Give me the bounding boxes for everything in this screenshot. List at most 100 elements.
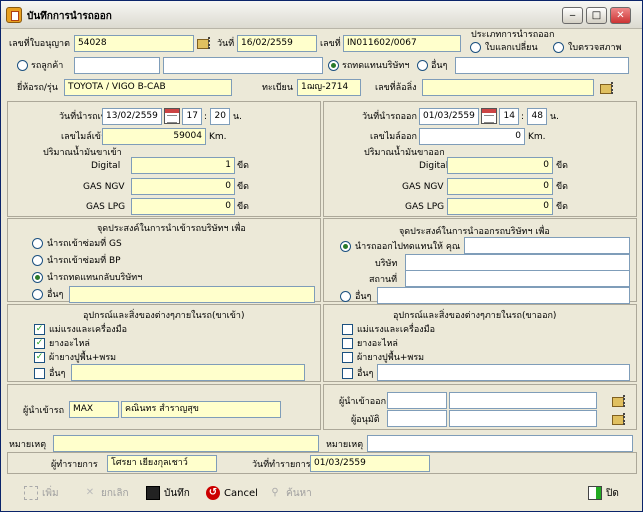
out-approver-code-input[interactable] [387, 410, 447, 427]
exit-type-inspect-radio[interactable] [553, 42, 564, 53]
close-button[interactable]: ปิด [588, 485, 619, 503]
out-minute-input[interactable]: 48 [527, 108, 547, 125]
cancel-doc-button[interactable]: ✕ ยกเลิก [83, 485, 129, 503]
out-equip-jack-label: แม่แรงและเครื่องมือ [357, 325, 435, 335]
in-ngv-input[interactable]: 0 [131, 178, 235, 195]
out-ngv-input[interactable]: 0 [447, 178, 553, 195]
out-driver-code-input[interactable] [387, 392, 447, 409]
out-date-input[interactable]: 01/03/2559 [419, 108, 479, 125]
exit-door-icon [588, 486, 602, 500]
in-equip-spare-label: ยางอะไหล่ [49, 339, 90, 349]
in-equip-mat-label: ผ้ายางปูพื้น+พรม [49, 353, 117, 363]
exit-type-exchange-radio[interactable] [470, 42, 481, 53]
in-calendar-icon[interactable] [164, 108, 180, 124]
add-button[interactable]: เพิ่ม [24, 485, 59, 503]
out-calendar-icon[interactable] [481, 108, 497, 124]
out-driver-picker-icon[interactable] [612, 394, 630, 408]
out-mile-input[interactable]: 0 [419, 128, 525, 145]
out-mile-unit: Km. [528, 132, 546, 142]
in-minute-input[interactable]: 20 [210, 108, 230, 125]
out-substitute-name-input[interactable] [464, 237, 630, 254]
customer-name-input[interactable] [163, 57, 323, 74]
in-purpose-other-input[interactable] [69, 286, 315, 303]
out-hour-input[interactable]: 14 [499, 108, 519, 125]
in-purpose-return-radio[interactable] [32, 272, 43, 283]
in-purpose-other-radio[interactable] [32, 289, 43, 300]
out-driver-name-input[interactable] [449, 392, 597, 409]
customer-car-radio[interactable] [17, 60, 28, 71]
in-time-unit: น. [233, 112, 243, 122]
out-company-input[interactable] [405, 254, 630, 271]
out-equip-title: อุปกรณ์และสิ่งของต่างๆภายในรถ(ขาออก) [393, 311, 557, 321]
brand-input[interactable]: TOYOTA / VIGO B-CAB [64, 79, 232, 96]
in-equip-other-checkbox[interactable] [34, 368, 45, 379]
search-button[interactable]: ⚲ ค้นหา [268, 485, 311, 503]
in-equip-other-input[interactable] [71, 364, 305, 381]
in-note-input[interactable] [53, 435, 319, 452]
out-digital-input[interactable]: 0 [447, 157, 553, 174]
license-picker-icon[interactable] [197, 36, 215, 50]
out-driver-label: ผู้นำเข้าออก [339, 397, 387, 407]
add-icon [24, 486, 38, 500]
out-company-label: บริษัท [375, 259, 398, 269]
brand-label: ยี่ห้อรถ/รุ่น [17, 83, 58, 93]
docno-label: เลขที่ [320, 39, 341, 49]
in-equip-spare-checkbox[interactable]: ✓ [34, 338, 45, 349]
out-purpose-other-input[interactable] [377, 287, 630, 304]
out-time-unit: น. [550, 112, 560, 122]
opdate-label: วันที่ทำรายการ [252, 460, 311, 470]
out-equip-jack-checkbox[interactable] [342, 324, 353, 335]
out-approver-picker-icon[interactable] [612, 412, 630, 426]
out-note-label: หมายเหตุ [326, 440, 364, 450]
minimize-button[interactable]: ‒ [562, 7, 583, 24]
out-lpg-label: GAS LPG [405, 202, 445, 212]
in-purpose-bp-label: นำรถเข้าซ่อมที่ BP [47, 256, 121, 266]
out-equip-spare-label: ยางอะไหล่ [357, 339, 398, 349]
out-note-input[interactable] [367, 435, 633, 452]
plate-label: ทะเบียน [262, 83, 293, 93]
in-lpg-input[interactable]: 0 [131, 198, 235, 215]
in-hour-input[interactable]: 17 [182, 108, 202, 125]
customer-car-label: รถลูกค้า [31, 61, 64, 71]
floppy-disk-icon [146, 486, 160, 500]
in-digital-input[interactable]: 1 [131, 157, 235, 174]
out-lpg-input[interactable]: 0 [447, 198, 553, 215]
company-car-radio[interactable] [328, 60, 339, 71]
out-equip-spare-checkbox[interactable] [342, 338, 353, 349]
other-car-input[interactable] [455, 57, 629, 74]
out-purpose-substitute-radio[interactable] [340, 241, 351, 252]
out-purpose-other-radio[interactable] [340, 291, 351, 302]
trailer-input[interactable] [422, 79, 594, 96]
other-car-radio[interactable] [417, 60, 428, 71]
date-input[interactable]: 16/02/2559 [237, 35, 317, 52]
out-approver-name-input[interactable] [449, 410, 597, 427]
out-equip-other-input[interactable] [377, 364, 630, 381]
out-equip-other-checkbox[interactable] [342, 368, 353, 379]
out-approver-label: ผู้อนุมัติ [351, 415, 380, 425]
customer-code-input[interactable] [74, 57, 160, 74]
out-place-input[interactable] [405, 270, 630, 287]
in-driver-code-input[interactable]: MAX [69, 401, 119, 418]
in-equip-jack-checkbox[interactable]: ✓ [34, 324, 45, 335]
date-label: วันที่ [217, 39, 235, 49]
out-digital-label: Digital [419, 161, 449, 171]
in-mile-input[interactable]: 59004 [102, 128, 206, 145]
in-equip-mat-checkbox[interactable]: ✓ [34, 352, 45, 363]
trailer-picker-icon[interactable] [600, 81, 618, 95]
docno-input[interactable]: IN011602/0067 [343, 35, 461, 52]
out-mile-label: เลขไมล์ออก [370, 132, 417, 142]
in-purpose-gs-radio[interactable] [32, 238, 43, 249]
opdate-input: 01/03/2559 [310, 455, 430, 472]
cancel-button[interactable]: ↺ Cancel [206, 485, 258, 503]
close-window-button[interactable]: ✕ [610, 7, 631, 24]
in-date-input[interactable]: 13/02/2559 [102, 108, 162, 125]
save-button[interactable]: บันทึก [146, 485, 190, 503]
in-purpose-other-label: อื่นๆ [47, 290, 64, 300]
plate-input[interactable]: 1ฌญ-2714 [297, 79, 361, 96]
in-driver-name-input[interactable]: คณินทร สำราญสุข [121, 401, 281, 418]
maximize-button[interactable]: □ [586, 7, 607, 24]
out-equip-mat-checkbox[interactable] [342, 352, 353, 363]
exit-type-exchange-label: ใบแลกเปลี่ยน [485, 43, 538, 53]
license-input[interactable]: 54028 [74, 35, 194, 52]
in-purpose-bp-radio[interactable] [32, 255, 43, 266]
